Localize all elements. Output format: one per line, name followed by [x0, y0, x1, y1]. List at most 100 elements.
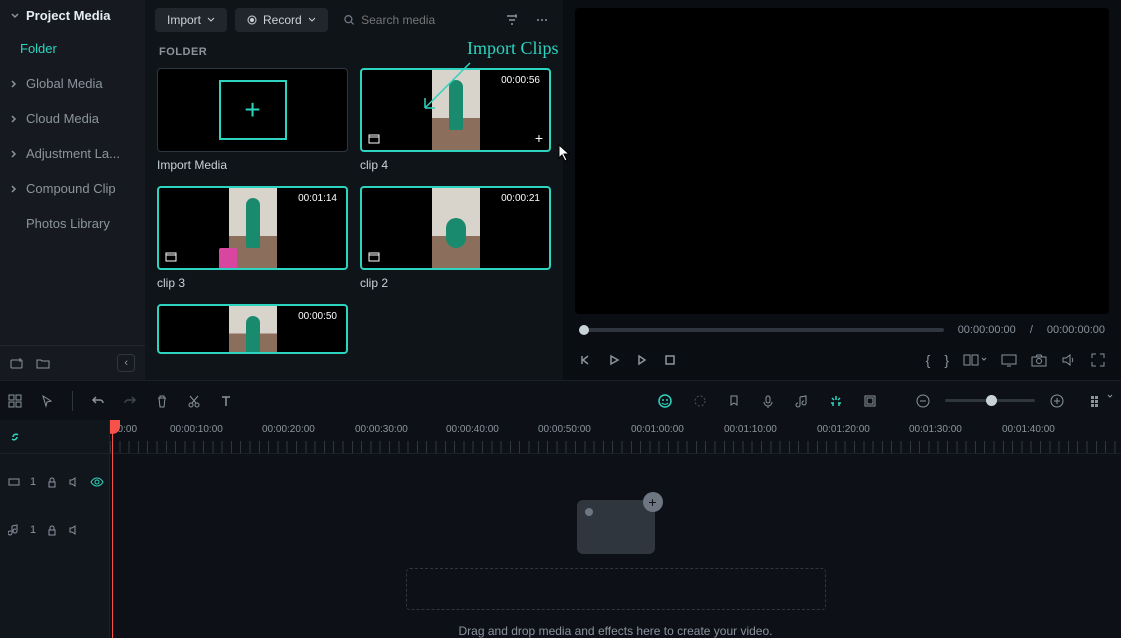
time-total: 00:00:00:00: [1047, 324, 1105, 336]
chevron-down-icon: [207, 16, 215, 24]
video-icon: [368, 252, 380, 264]
ruler-label: 00:00:20:00: [262, 424, 315, 435]
drop-thumb-icon: +: [577, 500, 655, 554]
ruler-label: 00:00:30:00: [355, 424, 408, 435]
sidebar-item-cloud-media[interactable]: Cloud Media: [0, 101, 145, 136]
clip-duration: 00:00:50: [295, 310, 340, 323]
volume-icon[interactable]: [1061, 353, 1077, 367]
chevron-down-icon: [308, 16, 316, 24]
prev-frame-icon[interactable]: [579, 353, 593, 367]
ruler-label: 00:00:10:00: [170, 424, 223, 435]
track-type-icon: [8, 476, 20, 488]
stop-icon[interactable]: [663, 353, 677, 367]
clip-tile[interactable]: 00:00:56 + clip 4: [360, 68, 551, 172]
ai-icon[interactable]: [657, 393, 673, 409]
clip-tile[interactable]: 00:01:14 clip 3: [157, 186, 348, 290]
video-track-header[interactable]: 1: [0, 454, 109, 510]
import-button[interactable]: Import: [155, 8, 227, 32]
timeline-canvas[interactable]: 00:00 00:00:10:00 00:00:20:00 00:00:30:0…: [110, 420, 1121, 638]
add-clip-icon[interactable]: +: [535, 130, 543, 146]
fullscreen-icon[interactable]: [1091, 353, 1105, 367]
sidebar-item-adjustment-layer[interactable]: Adjustment La...: [0, 136, 145, 171]
media-grid: + Import Media 00:00:56 + clip 4 00:01:1…: [145, 68, 563, 354]
ruler-label: 00:01:40:00: [1002, 424, 1055, 435]
timeline-drop-zone[interactable]: + Drag and drop media and effects here t…: [406, 500, 826, 638]
play-icon[interactable]: [607, 353, 621, 367]
grid-icon[interactable]: [8, 394, 22, 408]
link-icon[interactable]: [8, 430, 22, 444]
zoom-out-icon[interactable]: [915, 393, 931, 409]
chevron-right-icon: [10, 150, 18, 158]
preview-canvas[interactable]: [575, 8, 1109, 314]
video-icon: [368, 134, 380, 146]
clip-label: clip 2: [360, 276, 551, 290]
track-number: 1: [30, 476, 36, 488]
chevron-right-icon: [10, 185, 18, 193]
sidebar-item-compound-clip[interactable]: Compound Clip: [0, 171, 145, 206]
compare-icon[interactable]: [963, 353, 987, 367]
audio-track-header[interactable]: 1: [0, 510, 109, 550]
search-input[interactable]: [361, 13, 485, 27]
delete-icon[interactable]: [155, 394, 169, 408]
drop-hint-text: Drag and drop media and effects here to …: [459, 624, 773, 638]
search-icon: [344, 14, 355, 27]
mic-icon[interactable]: [761, 394, 775, 408]
clip-duration: 00:00:56: [498, 74, 543, 87]
display-icon[interactable]: [1001, 353, 1017, 367]
track-number: 1: [30, 524, 36, 536]
import-media-tile[interactable]: + Import Media: [157, 68, 348, 172]
visibility-icon[interactable]: [90, 476, 104, 488]
sidebar-folder-active[interactable]: Folder: [0, 31, 145, 66]
undo-icon[interactable]: [91, 394, 105, 408]
timeline-ruler[interactable]: 00:00 00:00:10:00 00:00:20:00 00:00:30:0…: [110, 420, 1121, 454]
ruler-label: 00:01:10:00: [724, 424, 777, 435]
clip-label: Import Media: [157, 158, 348, 172]
sidebar-item-global-media[interactable]: Global Media: [0, 66, 145, 101]
track-type-icon: [8, 524, 20, 536]
pointer-icon[interactable]: [40, 394, 54, 408]
magnet-icon[interactable]: [829, 394, 843, 408]
marker-icon[interactable]: [727, 394, 741, 408]
plus-icon: +: [643, 492, 663, 512]
view-options-icon[interactable]: [1089, 394, 1113, 408]
record-icon: [247, 15, 257, 25]
clip-tile[interactable]: 00:00:21 clip 2: [360, 186, 551, 290]
mute-icon[interactable]: [68, 476, 80, 488]
text-icon[interactable]: [219, 394, 233, 408]
search-field[interactable]: [336, 8, 493, 32]
ruler-label: 00:01:20:00: [817, 424, 870, 435]
track-headers: 1 1: [0, 420, 110, 638]
audio-icon[interactable]: [795, 394, 809, 408]
mark-in-icon[interactable]: {: [926, 352, 931, 368]
playhead[interactable]: [112, 420, 113, 638]
collapse-sidebar-button[interactable]: ‹: [117, 354, 135, 372]
ruler-label: 00:00:40:00: [446, 424, 499, 435]
color-icon[interactable]: [693, 394, 707, 408]
mute-icon[interactable]: [68, 524, 80, 536]
cut-icon[interactable]: [187, 394, 201, 408]
folder-icon[interactable]: [36, 356, 50, 370]
filter-icon[interactable]: [501, 9, 523, 31]
clip-duration: 00:01:14: [295, 192, 340, 205]
sidebar-title[interactable]: Project Media: [0, 0, 145, 31]
clip-label: clip 4: [360, 158, 551, 172]
ruler-label: 00:00:50:00: [538, 424, 591, 435]
lock-icon[interactable]: [46, 524, 58, 536]
mark-out-icon[interactable]: }: [944, 352, 949, 368]
sidebar-item-photos-library[interactable]: Photos Library: [0, 206, 145, 241]
preview-controls: { }: [575, 346, 1109, 380]
chevron-down-icon: [10, 11, 20, 21]
folder-section-label: FOLDER: [145, 40, 563, 68]
zoom-in-icon[interactable]: [1049, 393, 1065, 409]
scrubber[interactable]: [579, 328, 944, 332]
redo-icon[interactable]: [123, 394, 137, 408]
record-button[interactable]: Record: [235, 8, 328, 32]
next-frame-icon[interactable]: [635, 353, 649, 367]
lock-icon[interactable]: [46, 476, 58, 488]
snapshot-icon[interactable]: [1031, 353, 1047, 367]
zoom-slider[interactable]: [945, 399, 1035, 402]
more-icon[interactable]: [531, 9, 553, 31]
crop-icon[interactable]: [863, 394, 877, 408]
clip-tile[interactable]: 00:00:50: [157, 304, 348, 354]
new-folder-icon[interactable]: [10, 356, 24, 370]
